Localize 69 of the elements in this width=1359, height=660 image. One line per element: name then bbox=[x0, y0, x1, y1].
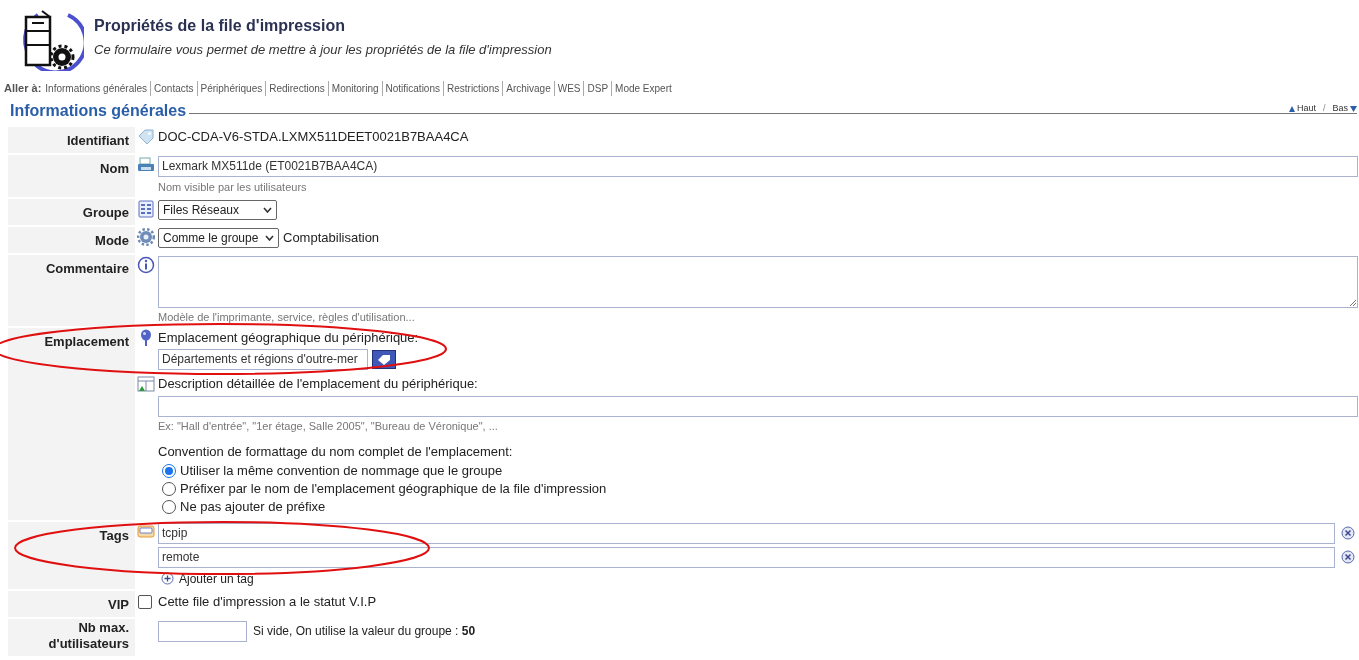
up-triangle-icon bbox=[1288, 105, 1295, 112]
chevron-down-icon bbox=[263, 206, 272, 213]
nav-link[interactable]: Notifications bbox=[381, 80, 443, 96]
field-label: Tags bbox=[99, 527, 129, 544]
hint-text: Nom visible par les utilisateurs bbox=[158, 180, 307, 195]
field-label: Mode bbox=[95, 232, 129, 249]
checkbox[interactable] bbox=[138, 594, 152, 609]
printer-icon bbox=[137, 156, 155, 174]
down-triangle-icon bbox=[1350, 105, 1357, 112]
tag-icon bbox=[377, 353, 391, 366]
remove-tag-button[interactable] bbox=[1341, 550, 1355, 564]
tag-icon bbox=[137, 128, 155, 146]
location-field[interactable]: Départements et régions d'outre-mer bbox=[158, 349, 368, 370]
top-link[interactable]: Haut bbox=[1288, 102, 1316, 116]
tag-field[interactable]: tcpip bbox=[158, 522, 1335, 544]
field-label: Nom bbox=[100, 161, 129, 177]
nav-link[interactable]: Archivage bbox=[502, 80, 554, 96]
field-label: Emplacement bbox=[44, 334, 129, 350]
convention-label: Convention de formattage du nom complet de l'emplacement: bbox=[158, 442, 513, 461]
checkbox-label: Cette file d'impression a le statut V.I.P bbox=[158, 592, 377, 611]
hint-text: Modèle de l'imprimante, service, règles d'utilisation... bbox=[158, 309, 415, 325]
nav-link[interactable]: Informations générales bbox=[45, 80, 151, 96]
nav-link[interactable]: Monitoring bbox=[327, 80, 382, 96]
resize-grip-icon bbox=[1349, 298, 1356, 306]
nav-link[interactable]: Redirections bbox=[265, 80, 328, 96]
nav-link[interactable]: Mode Expert bbox=[611, 80, 675, 96]
page-title: Propriétés de la file d'impression bbox=[94, 16, 346, 37]
geo-location-label: Emplacement géographique du périphérique: bbox=[158, 329, 419, 347]
nav-link[interactable]: DSP bbox=[583, 80, 612, 96]
info-icon bbox=[137, 255, 155, 274]
section-title: Informations générales bbox=[10, 101, 188, 121]
textarea-field[interactable] bbox=[158, 255, 1358, 308]
nav-link[interactable]: WES bbox=[553, 80, 584, 96]
description-field[interactable] bbox=[158, 396, 1358, 417]
close-icon bbox=[1341, 526, 1355, 540]
bottom-link[interactable]: Bas bbox=[1332, 102, 1357, 116]
page-subtitle: Ce formulaire vous permet de mettre à jour les propriétés de la file d'impression bbox=[94, 41, 552, 60]
goto-label: Aller à: bbox=[4, 80, 42, 96]
field-label: Groupe bbox=[82, 204, 129, 221]
dropdown[interactable]: Files Réseaux bbox=[158, 199, 277, 220]
radio-label: Utiliser la même convention de nommage que le groupe bbox=[180, 461, 503, 480]
plus-circle-icon bbox=[161, 572, 174, 585]
nav-link[interactable]: Périphériques bbox=[196, 80, 266, 96]
add-tag-link[interactable]: Ajouter un tag bbox=[161, 569, 254, 588]
field-label: Identifiant bbox=[66, 133, 129, 149]
tag-label-icon bbox=[137, 522, 155, 541]
identifier-text: DOC-CDA-V6-STDA.LXMX511DEET0021B7BAA4CA bbox=[158, 128, 470, 146]
gear-icon bbox=[137, 227, 155, 246]
group-default-note: Si vide, On utilise la valeur du groupe : 50 bbox=[253, 623, 476, 640]
mode-text: Comptabilisation bbox=[283, 228, 380, 247]
dropdown[interactable]: Comme le groupe bbox=[158, 227, 279, 248]
hint-text: Ex: "Hall d'entrée", "1er étage, Salle 2005", "Bureau de Véronique", ... bbox=[158, 419, 498, 434]
remove-tag-button[interactable] bbox=[1341, 526, 1355, 540]
close-icon bbox=[1341, 550, 1355, 564]
table-icon bbox=[137, 376, 155, 392]
field-label: VIP bbox=[108, 596, 129, 613]
nav-link[interactable]: Restrictions bbox=[443, 80, 503, 96]
chevron-down-icon bbox=[265, 234, 274, 241]
nav-link[interactable]: Contacts bbox=[150, 80, 197, 96]
list-icon bbox=[137, 199, 155, 218]
field-label: Commentaire bbox=[45, 260, 129, 277]
radio-label: Préfixer par le nom de l'emplacement géographique de la file d'impression bbox=[180, 479, 607, 498]
field-label: Nb max. d'utilisateurs bbox=[47, 619, 129, 652]
radio-label: Ne pas ajouter de préfixe bbox=[180, 497, 326, 516]
link-separator: / bbox=[1321, 102, 1327, 115]
description-label: Description détaillée de l'emplacement du périphérique: bbox=[158, 375, 478, 393]
input-field[interactable]: Lexmark MX511de (ET0021B7BAA4CA) bbox=[158, 156, 1358, 177]
number-field[interactable] bbox=[158, 620, 247, 642]
tag-field[interactable]: remote bbox=[158, 546, 1335, 568]
